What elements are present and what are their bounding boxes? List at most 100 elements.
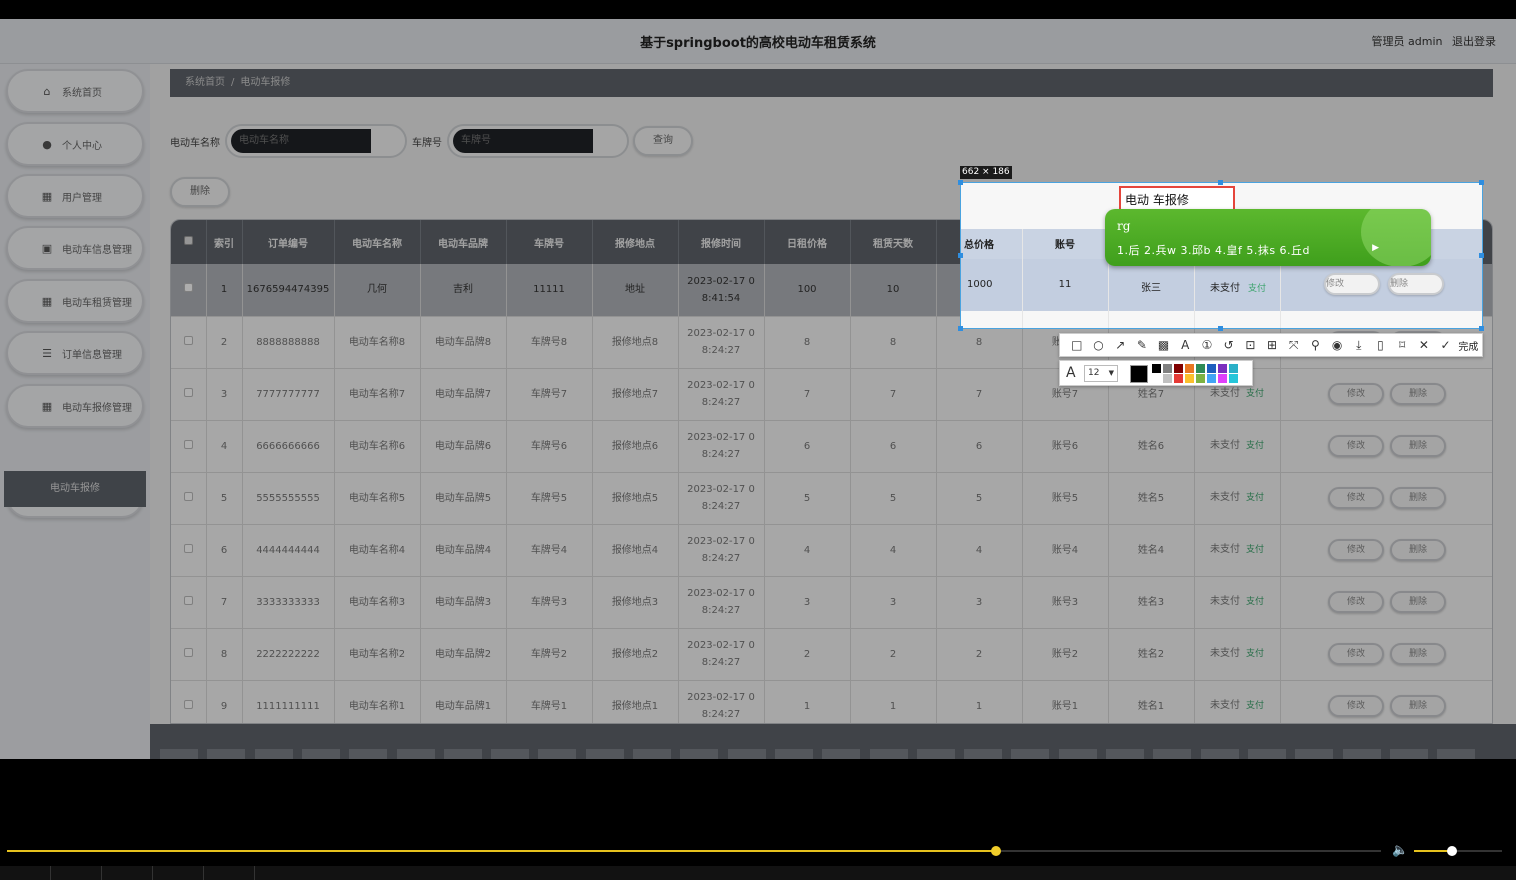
row-checkbox[interactable] — [183, 543, 193, 553]
table-row[interactable]: 8 2222222222 电动车名称2 电动车品牌2 车牌号2 报修地点2 2023-02-… — [171, 628, 1492, 681]
resize-handle[interactable] — [958, 326, 963, 331]
sidebar-item[interactable]: ● 个人中心 — [6, 122, 144, 166]
current-color-swatch[interactable] — [1130, 365, 1148, 383]
save-icon[interactable]: ▯ — [1370, 338, 1392, 352]
undo-icon[interactable]: ↺ — [1218, 338, 1240, 352]
delete-button[interactable]: 删除 — [1390, 591, 1446, 613]
table-row[interactable]: 9 1111111111 电动车名称1 电动车品牌1 车牌号1 报修地点1 2023-02-… — [171, 680, 1492, 723]
sidebar-item[interactable]: ▦ 电动车报修管理 — [6, 384, 144, 428]
resize-handle[interactable] — [1479, 180, 1484, 185]
translate-icon[interactable]: ⊞ — [1261, 338, 1283, 352]
record-icon[interactable]: ◉ — [1326, 338, 1348, 352]
row-checkbox[interactable] — [183, 387, 193, 397]
table-row[interactable]: 3 7777777777 电动车名称7 电动车品牌7 车牌号7 报修地点7 2023-02-… — [171, 368, 1492, 421]
edit-button[interactable]: 修改 — [1328, 383, 1384, 405]
resize-handle[interactable] — [1218, 180, 1223, 185]
next-page-icon[interactable]: ▶ — [1372, 243, 1379, 253]
color-swatch[interactable] — [1163, 374, 1172, 383]
pay-link[interactable]: 支付 — [1246, 597, 1264, 607]
query-button[interactable]: 查询 — [633, 126, 693, 156]
delete-button[interactable]: 删除 — [1390, 695, 1446, 717]
ocr-icon[interactable]: ⊡ — [1240, 338, 1262, 352]
table-row[interactable]: 5 5555555555 电动车名称5 电动车品牌5 车牌号5 报修地点5 2023-02-… — [171, 472, 1492, 525]
color-swatch[interactable] — [1174, 364, 1183, 373]
sidebar-item[interactable]: ☰ 订单信息管理 — [6, 331, 144, 375]
edit-button[interactable]: 修改 — [1328, 695, 1384, 717]
color-swatch[interactable] — [1196, 364, 1205, 373]
edit-button[interactable]: 修改 — [1328, 487, 1384, 509]
progress-knob[interactable] — [990, 846, 1001, 856]
breadcrumb-home[interactable]: 系统首页 — [185, 77, 225, 88]
row-checkbox[interactable] — [183, 335, 193, 345]
row-checkbox[interactable] — [183, 595, 193, 605]
edit-button[interactable]: 修改 — [1328, 539, 1384, 561]
fullscreen-icon[interactable]: ⤧ — [1283, 338, 1305, 353]
row-checkbox[interactable] — [183, 699, 193, 709]
color-swatch[interactable] — [1185, 374, 1194, 383]
delete-button[interactable]: 删除 — [1390, 435, 1446, 457]
color-swatch[interactable] — [1229, 374, 1238, 383]
arrow-icon[interactable]: ↗ — [1109, 338, 1131, 352]
circle-icon[interactable]: ○ — [1088, 338, 1110, 352]
volume-slider[interactable] — [1414, 846, 1502, 856]
pay-link[interactable]: 支付 — [1246, 701, 1264, 711]
pay-link[interactable]: 支付 — [1246, 493, 1264, 503]
pen-icon[interactable]: ✎ — [1131, 338, 1153, 352]
font-size-select[interactable]: 12 ▼ — [1084, 365, 1118, 382]
volume-icon[interactable]: 🔈 — [1392, 843, 1408, 858]
color-swatch[interactable] — [1218, 364, 1227, 373]
text-icon[interactable]: A — [1174, 338, 1196, 352]
progress-bar[interactable] — [7, 846, 1381, 856]
color-swatch[interactable] — [1207, 364, 1216, 373]
table-row[interactable]: 6 4444444444 电动车名称4 电动车品牌4 车牌号4 报修地点4 2023-02-… — [171, 524, 1492, 577]
resize-handle[interactable] — [958, 180, 963, 185]
delete-button[interactable]: 删除 — [1390, 383, 1446, 405]
table-row[interactable]: 7 3333333333 电动车名称3 电动车品牌3 车牌号3 报修地点3 2023-02-… — [171, 576, 1492, 629]
row-checkbox[interactable] — [183, 491, 193, 501]
pay-link[interactable]: 支付 — [1246, 649, 1264, 659]
color-swatch[interactable] — [1163, 364, 1172, 373]
edit-button[interactable]: 修改 — [1328, 435, 1384, 457]
resize-handle[interactable] — [1479, 326, 1484, 331]
pay-link[interactable]: 支付 — [1246, 545, 1264, 555]
delete-button[interactable]: 删除 — [1390, 539, 1446, 561]
color-swatch[interactable] — [1207, 374, 1216, 383]
pay-link[interactable]: 支付 — [1246, 441, 1264, 451]
color-swatch[interactable] — [1174, 374, 1183, 383]
color-swatch[interactable] — [1229, 364, 1238, 373]
resize-handle[interactable] — [1218, 326, 1223, 331]
mosaic-icon[interactable]: ▩ — [1153, 338, 1175, 352]
bookmark-icon[interactable]: ⌑ — [1391, 338, 1413, 352]
close-icon[interactable]: ✕ — [1413, 338, 1435, 352]
done-button[interactable]: 完成 — [1458, 338, 1478, 353]
color-swatch[interactable] — [1152, 374, 1161, 383]
volume-knob[interactable] — [1446, 846, 1457, 856]
batch-delete-button[interactable]: 删除 — [170, 177, 230, 207]
plate-search-input[interactable] — [453, 129, 593, 153]
color-swatch[interactable] — [1152, 364, 1161, 373]
color-swatch[interactable] — [1218, 374, 1227, 383]
ime-candidates[interactable]: 1.后 2.兵w 3.邱b 4.皇f 5.抹s 6.丘d — [1117, 242, 1310, 258]
row-checkbox[interactable] — [183, 439, 193, 449]
sidebar-subitem-active[interactable]: 电动车报修 — [4, 471, 146, 507]
ime-candidate-popup[interactable]: rg 1.后 2.兵w 3.邱b 4.皇f 5.抹s 6.丘d ▶ — [1105, 209, 1431, 266]
download-icon[interactable]: ⤓ — [1348, 338, 1370, 353]
delete-button[interactable]: 删除 — [1390, 487, 1446, 509]
number-icon[interactable]: ① — [1196, 338, 1218, 352]
sidebar-item[interactable]: ▦ 电动车租赁管理 — [6, 279, 144, 323]
name-search-input[interactable] — [231, 129, 371, 153]
sidebar-item[interactable]: ⌂ 系统首页 — [6, 69, 144, 113]
row-checkbox[interactable] — [183, 283, 193, 293]
pin-icon[interactable]: ⚲ — [1305, 338, 1327, 352]
logout-link[interactable]: 退出登录 — [1452, 35, 1496, 48]
edit-button[interactable]: 修改 — [1328, 591, 1384, 613]
select-all-checkbox[interactable] — [183, 236, 193, 245]
sidebar-item[interactable]: ▦ 用户管理 — [6, 174, 144, 218]
table-row[interactable]: 4 6666666666 电动车名称6 电动车品牌6 车牌号6 报修地点6 2023-02-… — [171, 420, 1492, 473]
pay-link[interactable]: 支付 — [1246, 389, 1264, 399]
resize-handle[interactable] — [1479, 253, 1484, 258]
color-swatch[interactable] — [1196, 374, 1205, 383]
check-icon[interactable]: ✓ — [1435, 338, 1457, 352]
rectangle-icon[interactable]: □ — [1066, 338, 1088, 352]
delete-button[interactable]: 删除 — [1390, 643, 1446, 665]
